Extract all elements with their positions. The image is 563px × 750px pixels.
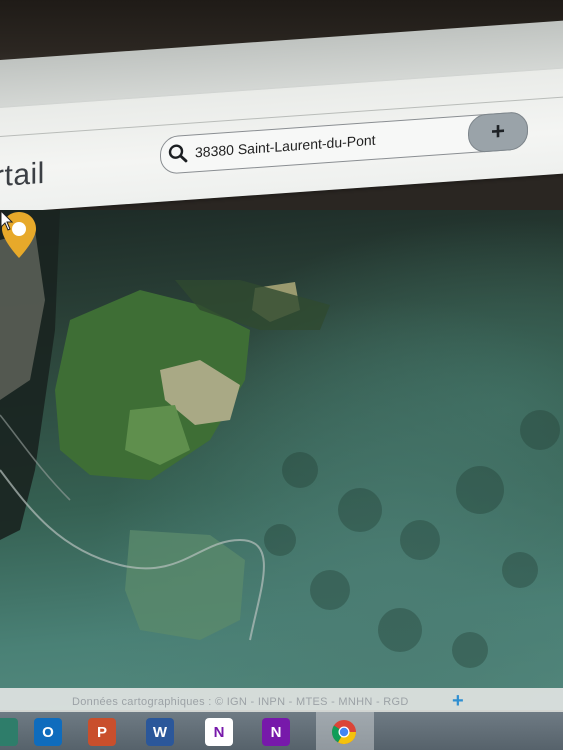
map-attribution: Données cartographiques : © IGN - INPN -… [72,696,409,708]
onenote-glyph: N [270,723,282,741]
outlook-glyph: O [42,723,54,741]
word-glyph: W [152,723,168,741]
taskbar-app-icon[interactable] [0,718,18,746]
add-button[interactable]: + [468,111,528,154]
zoom-in-button[interactable]: + [452,690,464,713]
onenote-icon[interactable]: N [262,718,290,746]
satellite-map[interactable] [0,210,563,710]
page-title: rtail [0,156,45,194]
search-input[interactable]: 38380 Saint-Laurent-du-Pont [195,132,376,161]
onenote-2016-glyph: N [213,723,225,741]
powerpoint-icon[interactable]: P [88,718,116,746]
outlook-icon[interactable]: O [34,718,62,746]
mouse-cursor-icon [0,210,14,231]
chrome-icon[interactable] [330,718,358,746]
onenote-2016-icon[interactable]: N [205,718,233,746]
taskbar: O P W N N [0,712,563,750]
forest-texture [264,410,560,668]
powerpoint-glyph: P [96,723,107,741]
word-icon[interactable]: W [146,718,174,746]
map-imagery [0,210,560,668]
search-icon[interactable] [168,143,188,164]
clearing [125,530,245,640]
